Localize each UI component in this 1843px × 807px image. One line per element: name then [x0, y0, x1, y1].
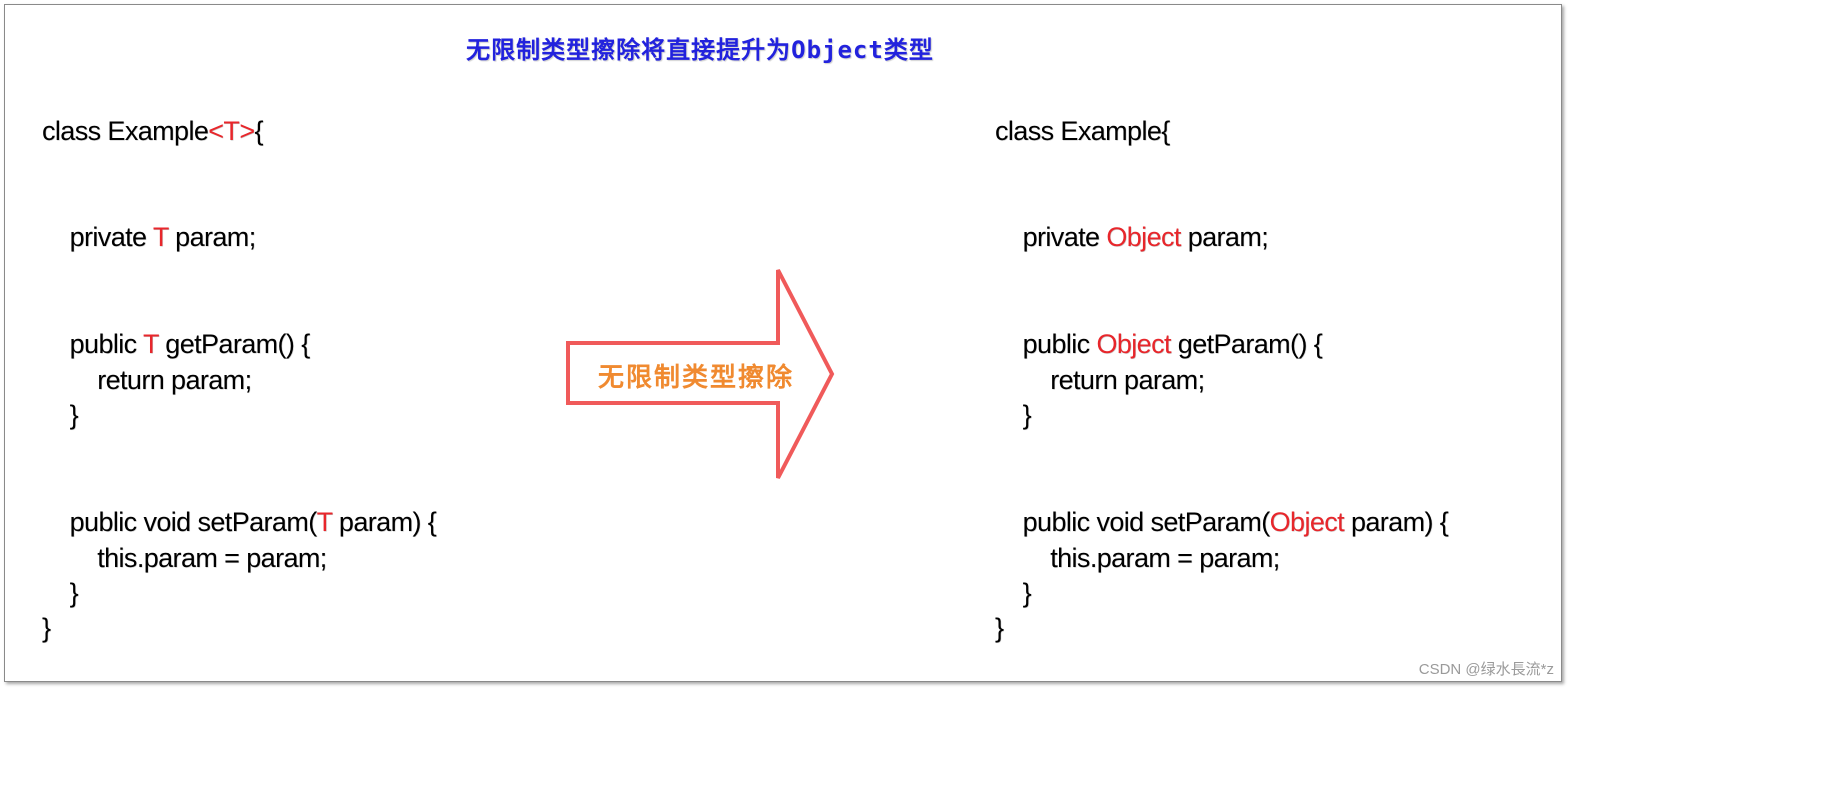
- generic-class-code: class Example<T>{ private T param; publi…: [42, 0, 437, 643]
- left-getter-pre: public: [42, 329, 143, 359]
- diagram-title: 无限制类型擦除将直接提升为Object类型: [466, 36, 934, 64]
- watermark: CSDN @绿水長流*z: [1418, 661, 1554, 678]
- type-parameter: <T>: [208, 116, 255, 146]
- right-getter-pre: public: [995, 329, 1097, 359]
- erased-class-code: class Example{ private Object param; pub…: [995, 0, 1449, 643]
- right-setter-signature: public void setParam(Object param) {: [995, 506, 1449, 538]
- left-setter-close: }: [42, 578, 79, 608]
- left-getter-close: }: [42, 400, 79, 430]
- left-getter-body: return param;: [42, 365, 252, 395]
- left-setter-signature: public void setParam(T param) {: [42, 506, 437, 538]
- right-setter-body: this.param = param;: [995, 543, 1280, 573]
- left-getter-post: getParam() {: [158, 329, 310, 359]
- left-getter-signature: public T getParam() {: [42, 328, 311, 360]
- right-field-declaration: private Object param;: [995, 221, 1269, 253]
- right-setter-post: param) {: [1344, 507, 1449, 537]
- right-field-post: param;: [1180, 222, 1269, 252]
- right-getter-return-type: Object: [1096, 329, 1171, 359]
- left-field-pre: private: [42, 222, 153, 252]
- left-field-declaration: private T param;: [42, 221, 257, 253]
- left-setter-body: this.param = param;: [42, 543, 327, 573]
- right-field-pre: private: [995, 222, 1107, 252]
- right-class-declaration: class Example{: [995, 116, 1170, 146]
- right-class-close: }: [995, 613, 1004, 643]
- left-class-close: }: [42, 613, 51, 643]
- right-getter-post: getParam() {: [1170, 329, 1323, 359]
- right-getter-signature: public Object getParam() {: [995, 328, 1323, 360]
- left-field-type: T: [152, 222, 169, 252]
- left-getter-return-type: T: [142, 329, 159, 359]
- right-getter-body: return param;: [995, 365, 1205, 395]
- arrow-label: 无限制类型擦除: [598, 363, 795, 393]
- left-setter-post: param) {: [332, 507, 437, 537]
- left-setter-param-type: T: [316, 507, 333, 537]
- right-setter-close: }: [995, 578, 1032, 608]
- left-field-post: param;: [168, 222, 256, 252]
- right-getter-close: }: [995, 400, 1032, 430]
- right-setter-param-type: Object: [1269, 507, 1345, 537]
- right-setter-pre: public void setParam(: [995, 507, 1271, 537]
- left-class-name: class Example: [42, 116, 209, 146]
- right-field-type: Object: [1106, 222, 1181, 252]
- left-setter-pre: public void setParam(: [42, 507, 318, 537]
- left-open-brace: {: [254, 116, 264, 146]
- left-class-declaration: class Example<T>{: [42, 115, 264, 147]
